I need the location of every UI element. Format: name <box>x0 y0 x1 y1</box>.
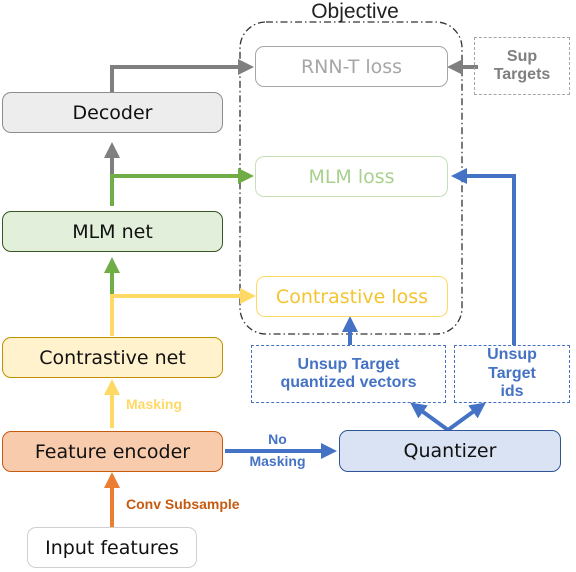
rnnt-loss-node: RNN-T loss <box>255 46 448 87</box>
no-masking-label-2: Masking <box>249 453 306 469</box>
conv-subsample-label: Conv Subsample <box>126 496 240 512</box>
unsup-vectors-node: Unsup Target quantized vectors <box>251 345 446 403</box>
edge-contrastive-contrastiveloss <box>110 288 256 336</box>
decoder-node: Decoder <box>2 92 223 133</box>
objective-title: Objective <box>311 0 399 23</box>
no-masking-label-1: No <box>268 431 287 447</box>
mlm-loss-node: MLM loss <box>255 156 448 197</box>
contrastive-loss-node: Contrastive loss <box>256 276 448 317</box>
quantizer-node: Quantizer <box>339 430 561 472</box>
edge-mlm-mlmloss <box>110 168 254 206</box>
input-features-node: Input features <box>27 527 197 568</box>
masking-label: Masking <box>126 396 183 412</box>
edge-quantizer-ids <box>446 402 486 432</box>
edge-ids-mlmloss <box>451 168 516 345</box>
edge-decoder-rnnt <box>110 59 254 92</box>
edge-quantizer-vectors <box>410 402 450 432</box>
feature-encoder-node: Feature encoder <box>2 431 223 472</box>
contrastive-net-node: Contrastive net <box>2 337 223 378</box>
sup-targets-node: Sup Targets <box>474 37 570 95</box>
mlm-net-node: MLM net <box>2 211 223 252</box>
unsup-ids-node: Unsup Target ids <box>454 345 570 403</box>
